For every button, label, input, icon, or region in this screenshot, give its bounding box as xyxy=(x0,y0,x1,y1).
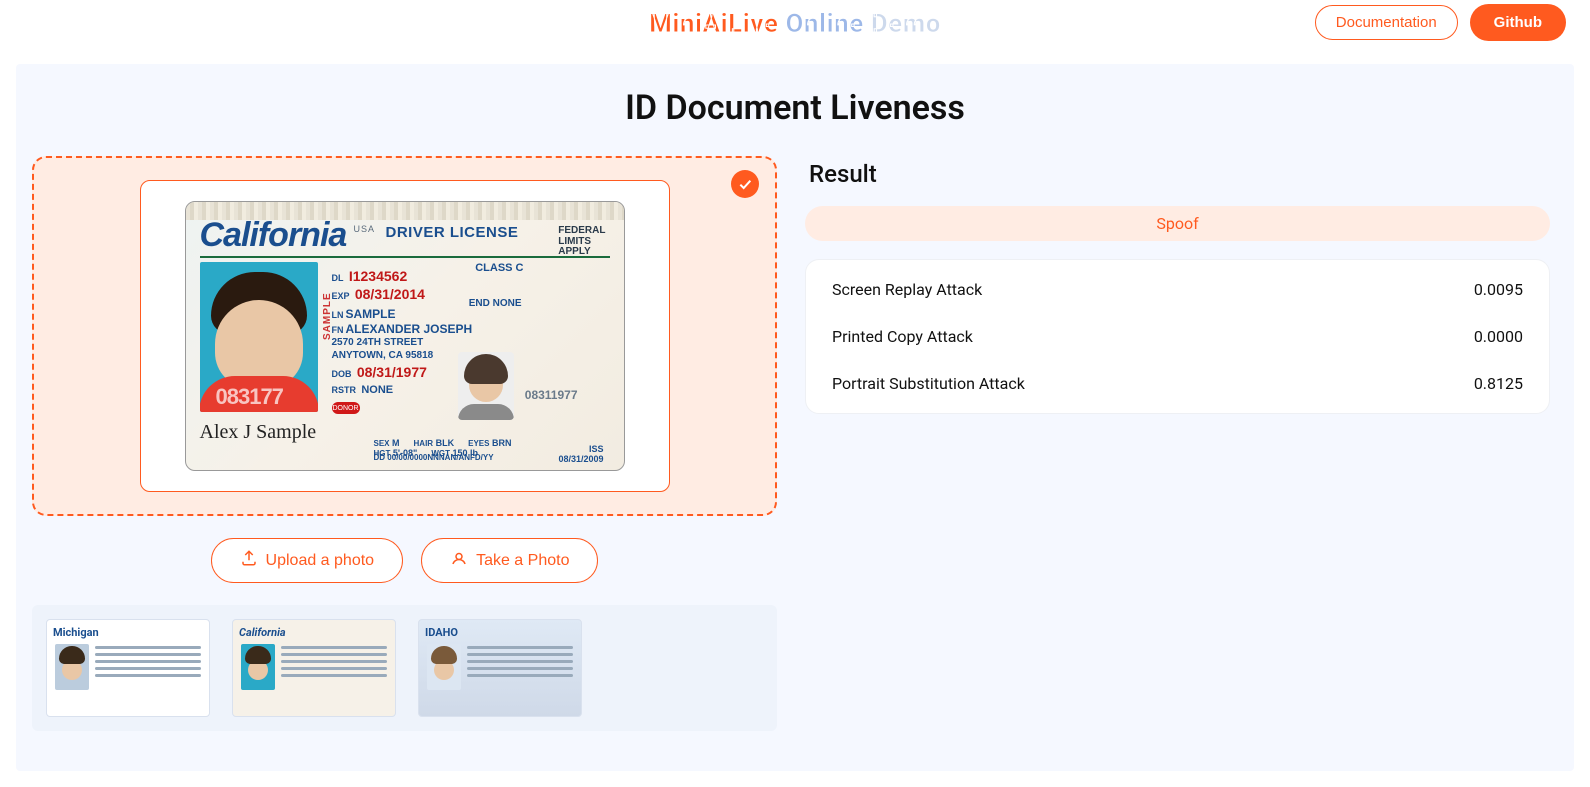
page-title: ID Document Liveness xyxy=(32,88,1558,128)
action-buttons: Upload a photo Take a Photo xyxy=(32,538,777,583)
score-row: Screen Replay Attack 0.0095 xyxy=(830,266,1525,313)
thumb-state-label: California xyxy=(239,626,389,639)
license-signature: Alex J Sample xyxy=(200,421,317,444)
check-icon xyxy=(731,170,759,198)
score-value: 0.0095 xyxy=(1474,280,1523,299)
license-state: California xyxy=(200,216,347,255)
license-fields: DL I1234562 EXP 08/31/2014 LNSAMPLE FNAL… xyxy=(332,268,473,397)
score-label: Portrait Substitution Attack xyxy=(832,374,1025,393)
score-label: Screen Replay Attack xyxy=(832,280,982,299)
license-dd: DD 00/00/0000NNNAN/ANFD/YY xyxy=(374,453,494,462)
brand-word-3: Demo xyxy=(871,9,941,39)
image-dropzone[interactable]: California USA DRIVER LICENSE FEDERAL LI… xyxy=(32,156,777,516)
score-value: 0.0000 xyxy=(1474,327,1523,346)
documentation-button[interactable]: Documentation xyxy=(1315,5,1458,40)
license-end: END NONE xyxy=(469,298,522,309)
sample-thumb-idaho[interactable]: IDAHO xyxy=(418,619,582,717)
page-panel: ID Document Liveness California USA DRIV… xyxy=(16,64,1574,771)
result-verdict-pill: Spoof xyxy=(805,206,1550,241)
top-actions: Documentation Github xyxy=(1315,4,1566,41)
upload-icon xyxy=(240,549,258,572)
license-issue-date: ISS08/31/2009 xyxy=(558,444,603,464)
sample-thumb-california[interactable]: California xyxy=(232,619,396,717)
camera-icon xyxy=(450,549,468,572)
github-button[interactable]: Github xyxy=(1470,4,1566,41)
input-column: California USA DRIVER LICENSE FEDERAL LI… xyxy=(32,156,777,731)
brand-logo: MiniAiLive Online Demo xyxy=(649,9,941,39)
brand-word-1: MiniAiLive xyxy=(649,9,778,39)
brand-word-2: Online xyxy=(785,9,863,39)
result-scores: Screen Replay Attack 0.0095 Printed Copy… xyxy=(805,259,1550,414)
sample-thumbnails: Michigan California IDAHO xyxy=(32,605,777,731)
sample-thumb-michigan[interactable]: Michigan xyxy=(46,619,210,717)
score-row: Portrait Substitution Attack 0.8125 xyxy=(830,360,1525,407)
license-title: DRIVER LICENSE xyxy=(386,224,519,241)
license-rule xyxy=(200,256,610,258)
donor-badge: DONOR xyxy=(332,402,360,414)
image-preview: California USA DRIVER LICENSE FEDERAL LI… xyxy=(140,180,670,492)
top-bar: MiniAiLive Online Demo Documentation Git… xyxy=(0,0,1590,48)
result-title: Result xyxy=(809,160,1550,188)
license-card: California USA DRIVER LICENSE FEDERAL LI… xyxy=(185,201,625,471)
take-photo-button[interactable]: Take a Photo xyxy=(421,538,598,583)
thumb-state-label: Michigan xyxy=(53,626,203,639)
take-photo-label: Take a Photo xyxy=(476,552,569,570)
result-column: Result Spoof Screen Replay Attack 0.0095… xyxy=(797,156,1558,414)
license-usa: USA xyxy=(354,224,376,234)
license-ghost-number: 08311977 xyxy=(525,388,578,402)
license-federal: FEDERAL LIMITS APPLY xyxy=(558,226,605,258)
license-class: CLASS C xyxy=(475,262,523,274)
license-ghost-big-number: 083177 xyxy=(216,384,283,410)
score-value: 0.8125 xyxy=(1474,374,1523,393)
thumb-state-label: IDAHO xyxy=(425,626,575,639)
score-label: Printed Copy Attack xyxy=(832,327,973,346)
upload-photo-label: Upload a photo xyxy=(266,552,375,570)
upload-photo-button[interactable]: Upload a photo xyxy=(211,538,404,583)
score-row: Printed Copy Attack 0.0000 xyxy=(830,313,1525,360)
license-ghost-portrait xyxy=(458,352,514,420)
